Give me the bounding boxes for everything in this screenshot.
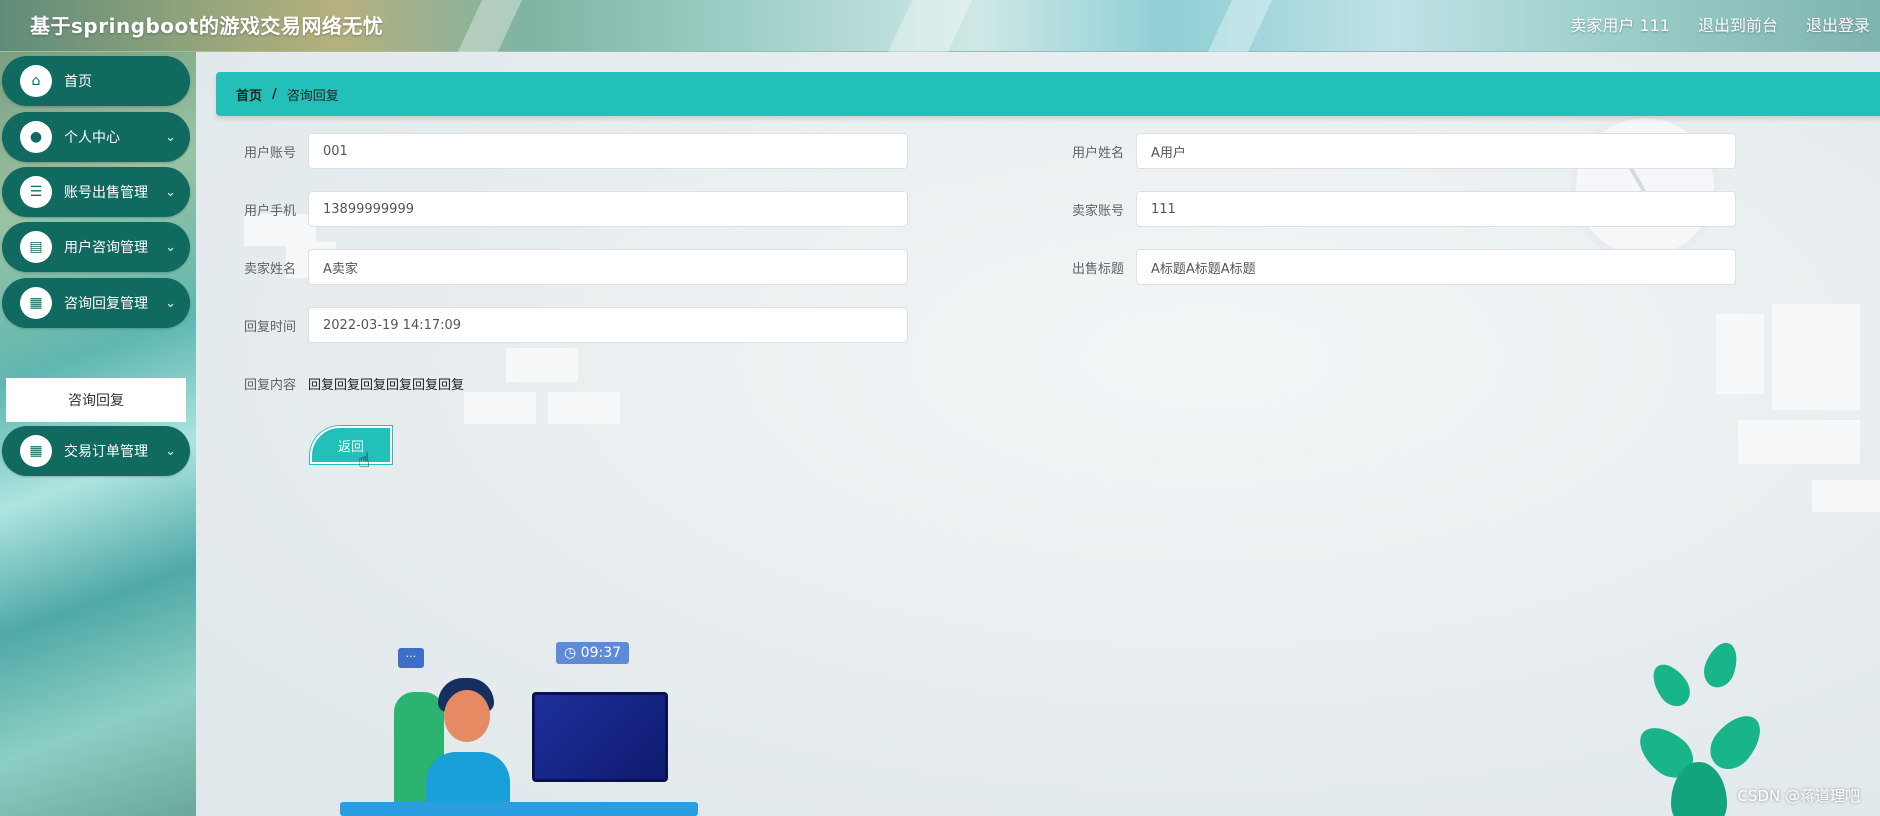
breadcrumb: 首页 / 咨询回复 — [216, 72, 1880, 116]
sidebar-item-account-sale[interactable]: ☰ 账号出售管理 ⌄ — [2, 167, 190, 217]
monitor-illustration — [532, 692, 668, 782]
sidebar-item-trade-orders[interactable]: ▦ 交易订单管理 ⌄ — [2, 426, 190, 476]
sidebar-item-label: 用户咨询管理 — [64, 240, 148, 256]
seller-name-label: 卖家姓名 — [243, 262, 296, 277]
time-text: 09:37 — [580, 645, 622, 661]
breadcrumb-separator: / — [272, 86, 277, 102]
sidebar-item-personal-center[interactable]: ● 个人中心 ⌄ — [2, 112, 190, 162]
list-icon: ☰ — [20, 176, 52, 208]
sidebar-item-label: 账号出售管理 — [64, 185, 148, 201]
sidebar: ⌂ 首页 ● 个人中心 ⌄ ☰ 账号出售管理 ⌄ ▤ 用户咨询管理 ⌄ ▦ 咨询… — [0, 52, 196, 816]
user-account-field[interactable]: 001 — [308, 133, 908, 169]
home-icon: ⌂ — [20, 65, 52, 97]
watermark: CSDN @蒋道理吧 — [1737, 787, 1860, 805]
user-phone-label: 用户手机 — [243, 204, 296, 219]
sidebar-item-user-consult[interactable]: ▤ 用户咨询管理 ⌄ — [2, 222, 190, 272]
breadcrumb-current: 咨询回复 — [286, 88, 339, 104]
chevron-down-icon: ⌄ — [165, 129, 176, 145]
seller-account-field[interactable]: 111 — [1136, 191, 1736, 227]
background-decoration — [1812, 480, 1880, 512]
header-decoration — [887, 0, 973, 52]
person-head-illustration — [444, 690, 490, 742]
user-phone-field[interactable]: 13899999999 — [308, 191, 908, 227]
sidebar-item-label: 首页 — [64, 74, 92, 90]
header-decoration — [1207, 0, 1273, 52]
background-decoration — [464, 392, 536, 424]
sale-title-label: 出售标题 — [1071, 262, 1124, 277]
user-icon: ● — [20, 121, 52, 153]
background-decoration — [506, 348, 578, 382]
sidebar-item-label: 咨询回复管理 — [64, 296, 148, 312]
user-actions: 卖家用户 111 退出到前台 退出登录 — [1570, 12, 1870, 36]
sidebar-item-label: 交易订单管理 — [64, 444, 148, 460]
background-decoration — [1716, 314, 1764, 394]
background-decoration — [548, 392, 620, 424]
chevron-down-icon: ⌄ — [165, 443, 176, 459]
desk-illustration — [340, 802, 698, 816]
back-button[interactable]: 返回 — [310, 426, 392, 464]
user-account-label: 用户账号 — [243, 146, 296, 161]
app-title: 基于springboot的游戏交易网络无忧 — [30, 14, 384, 38]
sidebar-item-label: 个人中心 — [64, 130, 120, 146]
background-decoration — [1738, 420, 1860, 464]
exit-to-front-link[interactable]: 退出到前台 — [1698, 12, 1778, 36]
user-name-label: 用户姓名 — [1071, 146, 1124, 161]
sidebar-item-consult-reply[interactable]: ▦ 咨询回复管理 ⌄ — [2, 278, 190, 328]
sidebar-item-home[interactable]: ⌂ 首页 — [2, 56, 190, 106]
grid-icon: ▦ — [20, 287, 52, 319]
pointer-cursor-icon: ☝ — [358, 448, 371, 472]
grid-icon: ▦ — [20, 435, 52, 467]
sidebar-subitem-consult-reply[interactable]: 咨询回复 — [6, 378, 186, 422]
reply-content-label: 回复内容 — [243, 378, 296, 393]
clipboard-icon: ▤ — [20, 231, 52, 263]
background-decoration — [1772, 304, 1860, 410]
main-content: 首页 / 咨询回复 用户账号 001 用户姓名 A用户 用户手机 1389999… — [196, 52, 1880, 816]
chat-bubble-icon: ··· — [398, 648, 424, 668]
top-bar: 基于springboot的游戏交易网络无忧 卖家用户 111 退出到前台 退出登… — [0, 0, 1880, 52]
sale-title-field[interactable]: A标题A标题A标题 — [1136, 249, 1736, 285]
logout-link[interactable]: 退出登录 — [1806, 12, 1870, 36]
user-name-field[interactable]: A用户 — [1136, 133, 1736, 169]
seller-name-field[interactable]: A卖家 — [308, 249, 908, 285]
chevron-up-icon: ⌄ — [165, 295, 176, 311]
reply-time-field[interactable]: 2022-03-19 14:17:09 — [308, 307, 908, 343]
seller-account-label: 卖家账号 — [1071, 204, 1124, 219]
time-badge: ◷ 09:37 — [556, 642, 630, 664]
chevron-down-icon: ⌄ — [165, 239, 176, 255]
chevron-down-icon: ⌄ — [165, 184, 176, 200]
reply-content-text: 回复回复回复回复回复回复 — [308, 378, 465, 393]
user-label: 卖家用户 111 — [1570, 16, 1670, 35]
reply-time-label: 回复时间 — [243, 320, 296, 335]
header-decoration — [457, 0, 523, 52]
breadcrumb-home[interactable]: 首页 — [236, 85, 262, 104]
